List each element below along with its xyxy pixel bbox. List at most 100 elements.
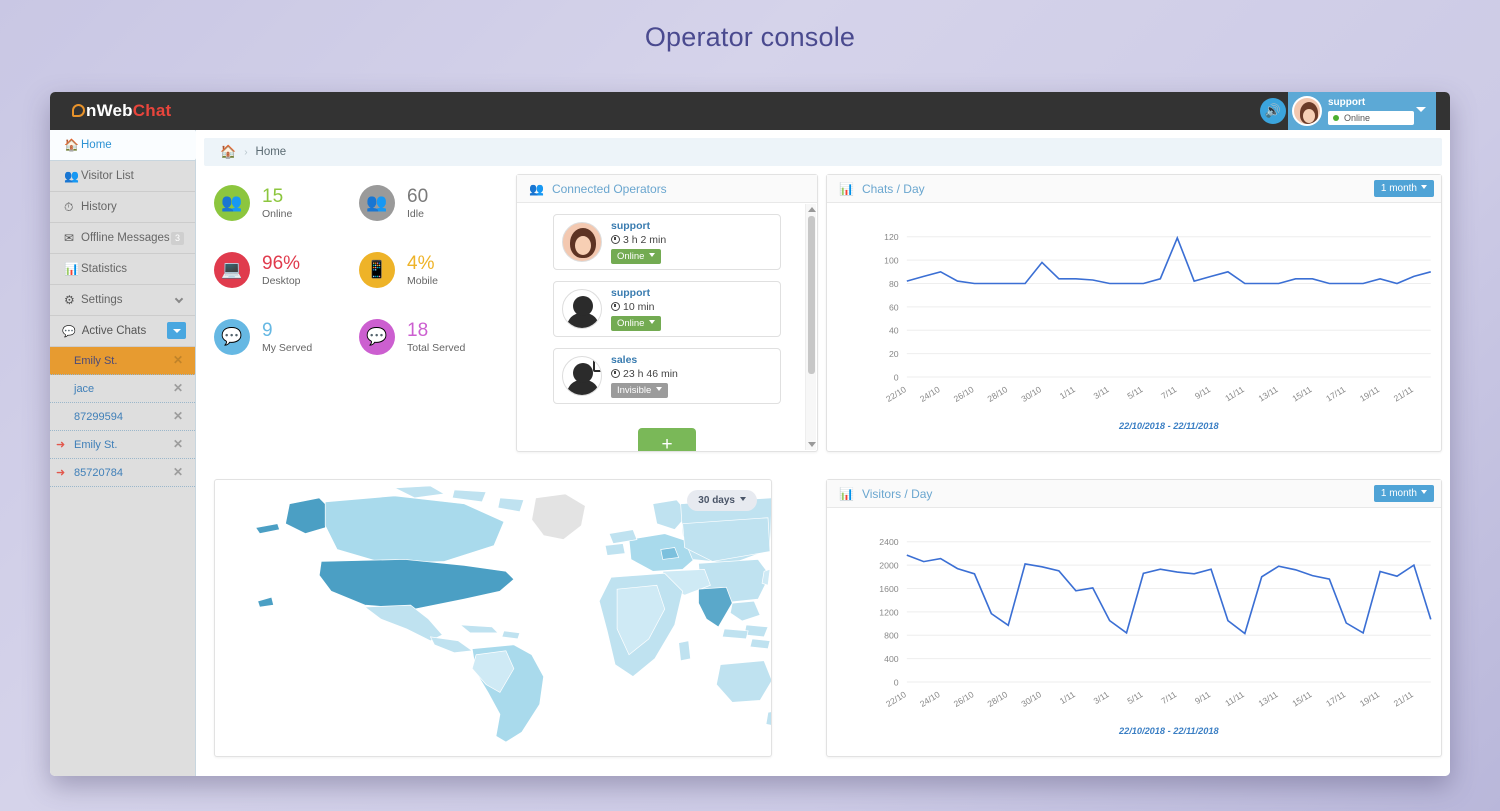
home-icon[interactable]: 🏠	[220, 144, 236, 160]
svg-text:7/11: 7/11	[1159, 384, 1178, 401]
main-content: 🏠 › Home 👥 15 Online 💻 96% Desktop 💬 9 M…	[196, 130, 1450, 776]
operator-card[interactable]: support 10 min Online	[553, 281, 781, 337]
map-range-label: 30 days	[698, 495, 735, 506]
list-item[interactable]: jace ✕	[50, 375, 195, 403]
chevron-down-icon[interactable]	[1416, 107, 1426, 112]
svg-text:17/11: 17/11	[1324, 689, 1347, 708]
panel-title: Visitors / Day	[861, 486, 933, 501]
mobile-icon	[593, 357, 601, 372]
close-icon[interactable]: ✕	[173, 437, 183, 451]
svg-text:3/11: 3/11	[1092, 689, 1111, 706]
visitors-line-chart: 0 400 800 1200 1600 2000 2400 22/10 24/10 26/10 28…	[879, 537, 1432, 736]
chart-area: 0 20 40 60 80 100 120 22/10 24/10 26/10 28/10 30/10…	[827, 203, 1441, 451]
svg-text:22/10/2018 - 22/11/2018: 22/10/2018 - 22/11/2018	[1118, 421, 1220, 431]
operator-status-button[interactable]: Invisible	[611, 383, 669, 398]
stat-value: 18	[407, 319, 429, 341]
user-status-select[interactable]: Online	[1328, 111, 1414, 125]
operator-card[interactable]: support 3 h 2 min Online	[553, 214, 781, 270]
stat-tile-mobile: 📱 4% Mobile	[359, 241, 504, 299]
logo-prefix: n	[86, 101, 97, 120]
chats-per-day-panel: 📊 Chats / Day 1 month 0 20 40 60 80 100 120 22/…	[826, 174, 1442, 452]
active-chats-toggle-button[interactable]	[167, 322, 186, 339]
sidebar-item-visitor-list[interactable]: 👥 Visitor List	[50, 161, 195, 192]
sidebar-item-settings[interactable]: ⚙ Settings	[50, 285, 195, 316]
mobile-icon: 📱	[359, 252, 395, 288]
operator-name: sales	[611, 354, 638, 366]
operators-scrollbar[interactable]	[805, 204, 816, 450]
svg-text:800: 800	[884, 631, 899, 641]
users-icon: 👥	[64, 169, 79, 183]
stat-value: 15	[262, 185, 284, 207]
gear-icon: ⚙	[64, 293, 75, 307]
list-item[interactable]: ➜ Emily St. ✕	[50, 431, 195, 459]
sidebar-item-history[interactable]: ⏱ History	[50, 192, 195, 223]
envelope-icon: ✉	[64, 231, 75, 245]
app-window: nWebChat 🔊 support Online 🏠 Home 👥 Visit…	[50, 92, 1450, 776]
user-menu[interactable]: support Online	[1288, 92, 1436, 130]
stat-tile-online: 👥 15 Online	[214, 174, 359, 232]
monitor-icon: 💻	[214, 252, 250, 288]
stat-label: Total Served	[407, 341, 466, 354]
status-dot-icon	[1333, 115, 1339, 121]
chat-name: jace	[74, 382, 95, 395]
add-operator-button[interactable]: +	[638, 428, 696, 451]
svg-text:11/11: 11/11	[1223, 384, 1246, 403]
list-item[interactable]: Emily St. ✕	[50, 347, 195, 375]
svg-text:120: 120	[884, 232, 899, 242]
scrollbar-thumb[interactable]	[808, 216, 815, 374]
world-map[interactable]	[215, 480, 771, 756]
svg-text:400: 400	[884, 654, 899, 664]
range-select-button[interactable]: 1 month	[1373, 180, 1434, 197]
stat-label: Online	[262, 207, 293, 220]
range-label: 1 month	[1380, 183, 1417, 194]
offline-messages-badge: 3	[170, 232, 184, 245]
active-chats-header[interactable]: 💬 Active Chats	[50, 316, 195, 347]
app-logo[interactable]: nWebChat	[72, 101, 171, 121]
svg-text:22/10: 22/10	[884, 384, 908, 404]
stats-tiles: 👥 15 Online 💻 96% Desktop 💬 9 My Served …	[214, 174, 514, 375]
avatar	[562, 289, 602, 329]
operator-time: 23 h 46 min	[623, 368, 678, 380]
scroll-up-icon[interactable]	[808, 207, 816, 212]
page-title: Operator console	[644, 22, 856, 52]
close-icon[interactable]: ✕	[173, 465, 183, 479]
sidebar: 🏠 Home 👥 Visitor List ⏱ History ✉ Offlin…	[50, 130, 204, 776]
svg-text:13/11: 13/11	[1256, 384, 1279, 403]
list-item[interactable]: ➜ 85720784 ✕	[50, 459, 195, 487]
svg-text:19/11: 19/11	[1358, 689, 1381, 708]
svg-text:11/11: 11/11	[1223, 689, 1246, 708]
avatar	[562, 356, 602, 396]
svg-text:15/11: 15/11	[1290, 384, 1313, 403]
sidebar-item-offline-messages[interactable]: ✉ Offline Messages 3	[50, 223, 195, 254]
operator-status-button[interactable]: Online	[611, 316, 662, 331]
map-range-button[interactable]: 30 days	[687, 490, 757, 511]
chevron-down-icon	[649, 253, 656, 257]
svg-text:40: 40	[889, 326, 899, 336]
operator-card[interactable]: sales 23 h 46 min Invisible	[553, 348, 781, 404]
svg-text:2400: 2400	[879, 537, 899, 547]
chat-name: 87299594	[74, 410, 123, 423]
sidebar-item-statistics[interactable]: 📊 Statistics	[50, 254, 195, 285]
stat-value: 4%	[407, 252, 435, 274]
list-item[interactable]: 87299594 ✕	[50, 403, 195, 431]
sidebar-item-home[interactable]: 🏠 Home	[50, 130, 204, 161]
operator-status-button[interactable]: Online	[611, 249, 662, 264]
clock-icon	[611, 302, 620, 311]
close-icon[interactable]: ✕	[173, 353, 183, 367]
speaker-icon[interactable]: 🔊	[1260, 98, 1286, 124]
range-select-button[interactable]: 1 month	[1373, 485, 1434, 502]
close-icon[interactable]: ✕	[173, 381, 183, 395]
connected-operators-panel: 👥 Connected Operators support 3 h 2 min …	[516, 174, 818, 452]
scroll-down-icon[interactable]	[808, 442, 816, 447]
operator-status-label: Online	[617, 318, 645, 329]
stat-label: My Served	[262, 341, 313, 354]
top-bar: nWebChat 🔊 support Online	[50, 92, 1450, 130]
svg-text:17/11: 17/11	[1324, 384, 1347, 403]
user-name: support	[1328, 97, 1366, 108]
operator-status-label: Online	[617, 251, 645, 262]
close-icon[interactable]: ✕	[173, 409, 183, 423]
logo-mark-icon	[72, 104, 85, 117]
svg-text:9/11: 9/11	[1193, 384, 1212, 401]
stat-label: Desktop	[262, 274, 301, 287]
stat-tile-idle: 👥 60 Idle	[359, 174, 504, 232]
